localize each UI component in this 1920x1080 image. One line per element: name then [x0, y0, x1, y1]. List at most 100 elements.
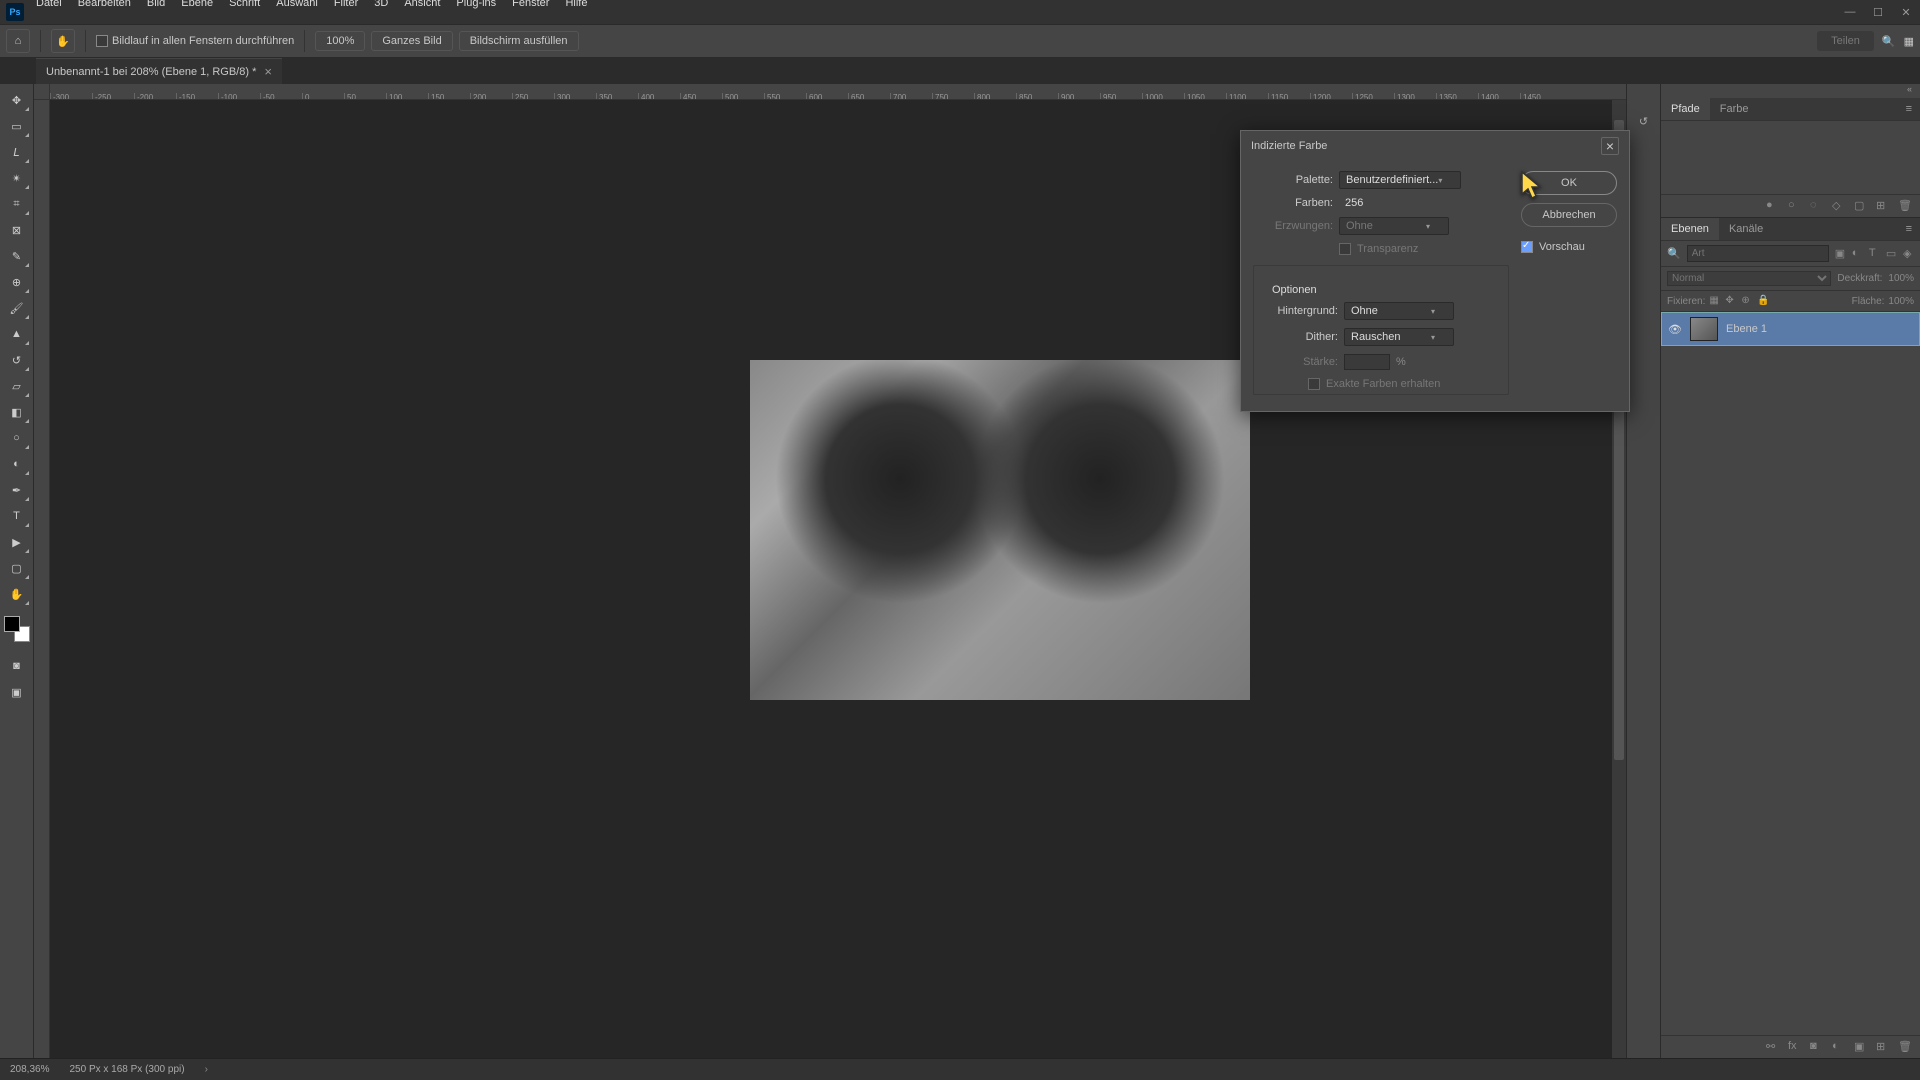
close-tab-icon[interactable]: ×: [264, 64, 272, 79]
pen-tool-icon[interactable]: ✒: [4, 478, 30, 502]
wand-tool-icon[interactable]: ✴: [4, 166, 30, 190]
add-mask-icon[interactable]: ▢: [1854, 199, 1868, 213]
fill-screen-button[interactable]: Bildschirm ausfüllen: [459, 31, 579, 51]
shape-tool-icon[interactable]: ▢: [4, 556, 30, 580]
link-layers-icon[interactable]: ⚯: [1766, 1040, 1780, 1054]
quickmask-icon[interactable]: ◙: [4, 654, 30, 678]
crop-tool-icon[interactable]: ⌗: [4, 192, 30, 216]
menu-select[interactable]: Auswahl: [268, 0, 326, 12]
new-path-icon[interactable]: ⊞: [1876, 199, 1890, 213]
menu-image[interactable]: Bild: [139, 0, 173, 12]
brush-tool-icon[interactable]: 🖌: [4, 296, 30, 320]
minimize-button[interactable]: —: [1840, 4, 1860, 20]
workspace-icon[interactable]: ▦: [1904, 35, 1914, 48]
opacity-value[interactable]: 100%: [1888, 273, 1914, 284]
doc-dimensions[interactable]: 250 Px x 168 Px (300 ppi): [69, 1064, 184, 1075]
share-button[interactable]: Teilen: [1817, 31, 1874, 51]
lock-artboard-icon[interactable]: ⊕: [1741, 295, 1753, 307]
tab-channels[interactable]: Kanäle: [1719, 218, 1773, 240]
lasso-tool-icon[interactable]: 𝘓: [4, 140, 30, 164]
filter-adjust-icon[interactable]: ◐: [1852, 247, 1863, 261]
tab-layers[interactable]: Ebenen: [1661, 218, 1719, 240]
zoom-100-button[interactable]: 100%: [315, 31, 365, 51]
menu-layer[interactable]: Ebene: [173, 0, 221, 12]
fill-path-icon[interactable]: ●: [1766, 199, 1780, 213]
matte-select[interactable]: Ohne▾: [1344, 302, 1454, 320]
adjustment-layer-icon[interactable]: ◐: [1832, 1040, 1846, 1054]
filter-type-icon[interactable]: T: [1869, 247, 1880, 261]
type-tool-icon[interactable]: T: [4, 504, 30, 528]
dither-select[interactable]: Rauschen▾: [1344, 328, 1454, 346]
statusbar-menu-icon[interactable]: ›: [205, 1064, 208, 1075]
move-tool-icon[interactable]: ✥: [4, 88, 30, 112]
menu-file[interactable]: Datei: [28, 0, 70, 12]
cancel-button[interactable]: Abbrechen: [1521, 203, 1617, 227]
blur-tool-icon[interactable]: ○: [4, 426, 30, 450]
history-panel-icon[interactable]: ↺: [1631, 108, 1657, 134]
gradient-tool-icon[interactable]: ◧: [4, 400, 30, 424]
menu-view[interactable]: Ansicht: [396, 0, 448, 12]
stroke-path-icon[interactable]: ○: [1788, 199, 1802, 213]
ruler-horizontal[interactable]: -300-250-200-150-100-5005010015020025030…: [50, 84, 1626, 100]
menu-window[interactable]: Fenster: [504, 0, 557, 12]
layer-mask-icon[interactable]: ◙: [1810, 1040, 1824, 1054]
stamp-tool-icon[interactable]: ▲: [4, 322, 30, 346]
filter-smart-icon[interactable]: ◈: [1903, 247, 1914, 261]
scroll-all-windows-checkbox[interactable]: Bildlauf in allen Fenstern durchführen: [96, 35, 294, 47]
ruler-vertical[interactable]: [34, 100, 50, 1058]
collapse-panels-icon[interactable]: «: [1661, 84, 1920, 98]
fill-value[interactable]: 100%: [1888, 296, 1914, 307]
dialog-titlebar[interactable]: Indizierte Farbe ×: [1241, 131, 1629, 161]
lock-position-icon[interactable]: ✥: [1725, 295, 1737, 307]
document-tab[interactable]: Unbenannt-1 bei 208% (Ebene 1, RGB/8) * …: [36, 58, 282, 84]
new-layer-icon[interactable]: ⊞: [1876, 1040, 1890, 1054]
menu-plugins[interactable]: Plug-ins: [448, 0, 504, 12]
frame-tool-icon[interactable]: ⊠: [4, 218, 30, 242]
ok-button[interactable]: OK: [1521, 171, 1617, 195]
layer-thumbnail[interactable]: [1690, 317, 1718, 341]
layer-style-icon[interactable]: fx: [1788, 1040, 1802, 1054]
layer-name[interactable]: Ebene 1: [1726, 323, 1767, 335]
colors-value[interactable]: 256: [1339, 197, 1363, 209]
group-icon[interactable]: ▣: [1854, 1040, 1868, 1054]
panel-menu-icon[interactable]: ≡: [1898, 98, 1920, 120]
hand-tool-icon[interactable]: ✋: [4, 582, 30, 606]
make-work-path-icon[interactable]: ◇: [1832, 199, 1846, 213]
menu-filter[interactable]: Filter: [326, 0, 366, 12]
panel-menu-icon[interactable]: ≡: [1898, 218, 1920, 240]
eraser-tool-icon[interactable]: ▱: [4, 374, 30, 398]
healing-tool-icon[interactable]: ⊕: [4, 270, 30, 294]
lock-all-icon[interactable]: 🔒: [1757, 295, 1769, 307]
color-swatches[interactable]: [4, 616, 30, 642]
hand-tool-icon[interactable]: ✋: [51, 29, 75, 53]
menu-type[interactable]: Schrift: [221, 0, 268, 12]
dialog-close-button[interactable]: ×: [1601, 137, 1619, 155]
tab-color[interactable]: Farbe: [1710, 98, 1759, 120]
marquee-tool-icon[interactable]: ▭: [4, 114, 30, 138]
path-select-icon[interactable]: ▶: [4, 530, 30, 554]
layer-filter-input[interactable]: [1687, 245, 1829, 262]
delete-layer-icon[interactable]: 🗑: [1898, 1040, 1912, 1054]
layer-item[interactable]: 👁 Ebene 1: [1661, 312, 1920, 346]
filter-image-icon[interactable]: ▣: [1835, 247, 1846, 261]
tab-paths[interactable]: Pfade: [1661, 98, 1710, 120]
blend-mode-select[interactable]: Normal: [1667, 271, 1831, 286]
screenmode-icon[interactable]: ▣: [4, 680, 30, 704]
filter-shape-icon[interactable]: ▭: [1886, 247, 1897, 261]
history-brush-icon[interactable]: ↺: [4, 348, 30, 372]
fit-screen-button[interactable]: Ganzes Bild: [371, 31, 452, 51]
menu-edit[interactable]: Bearbeiten: [70, 0, 139, 12]
preview-checkbox[interactable]: Vorschau: [1521, 241, 1617, 253]
menu-3d[interactable]: 3D: [366, 0, 396, 12]
zoom-percent[interactable]: 208,36%: [10, 1064, 49, 1075]
path-to-selection-icon[interactable]: ◌: [1810, 199, 1824, 213]
palette-select[interactable]: Benutzerdefiniert...▾: [1339, 171, 1461, 189]
close-window-button[interactable]: ✕: [1896, 4, 1916, 20]
foreground-color-swatch[interactable]: [4, 616, 20, 632]
eyedropper-tool-icon[interactable]: ✎: [4, 244, 30, 268]
home-icon[interactable]: ⌂: [6, 29, 30, 53]
dodge-tool-icon[interactable]: ◐: [4, 452, 30, 476]
delete-path-icon[interactable]: 🗑: [1898, 199, 1912, 213]
lock-pixels-icon[interactable]: ▦: [1709, 295, 1721, 307]
search-icon[interactable]: 🔍: [1882, 35, 1896, 48]
